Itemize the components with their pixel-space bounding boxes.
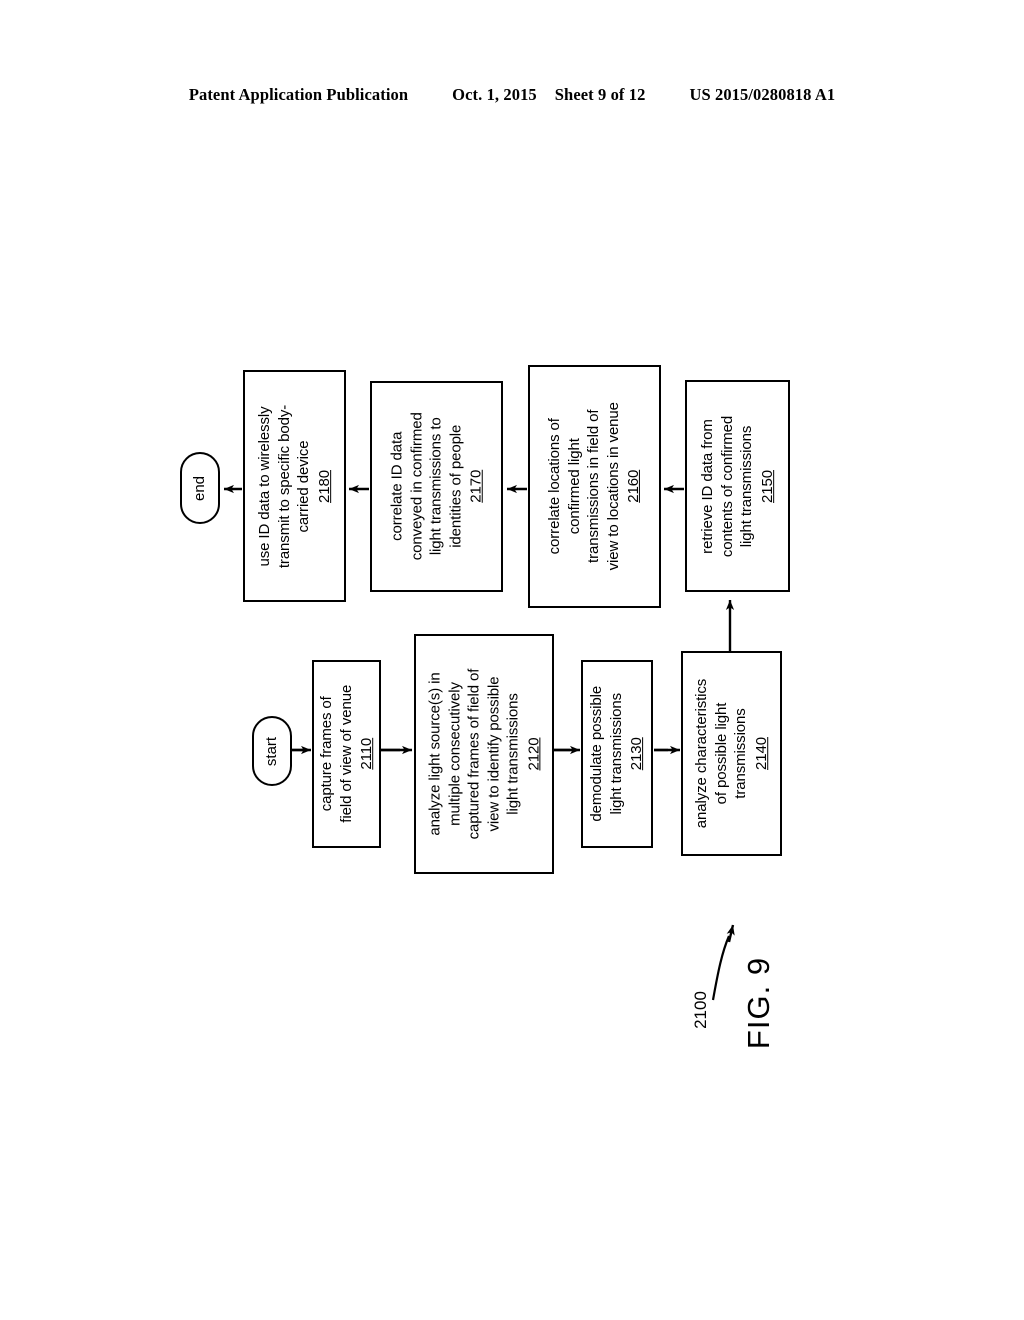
process-box-2140-text: analyze characteristics of possible ligh… bbox=[692, 679, 771, 828]
line-1: correlate locations of bbox=[546, 418, 564, 555]
line-1: analyze characteristics bbox=[693, 678, 710, 829]
line-1: demodulate possible bbox=[588, 686, 606, 822]
process-box-2170: correlate ID data conveyed in confirmed … bbox=[370, 381, 503, 592]
line-3: captured frames of field of bbox=[465, 668, 483, 840]
process-box-2160-text: correlate locations of confirmed light t… bbox=[545, 402, 644, 570]
line-4: view to identify possible bbox=[484, 676, 502, 832]
line-3: transmissions in field of bbox=[585, 409, 603, 564]
line-2: contents of confirmed bbox=[718, 415, 736, 557]
ref-leader-line bbox=[711, 935, 731, 1001]
figure-reference-numeral: 2100 bbox=[690, 991, 710, 1029]
line-3: light transmissions bbox=[738, 425, 755, 547]
figure-drawing: end start use ID data to wirelessly tran… bbox=[0, 0, 1024, 1320]
line-5: light transmissions bbox=[504, 693, 522, 815]
line-3: light transmissions to bbox=[427, 417, 445, 556]
process-box-2110-number: 2110 bbox=[357, 738, 375, 770]
line-1: analyze light source(s) in bbox=[426, 672, 444, 836]
process-box-2120-text: analyze light source(s) in multiple cons… bbox=[425, 669, 543, 840]
line-4: identities of people bbox=[446, 424, 464, 549]
process-box-2110: capture frames of field of view of venue… bbox=[312, 660, 381, 848]
process-box-2180-number: 2180 bbox=[315, 469, 333, 503]
line-2: multiple consecutively bbox=[445, 682, 463, 826]
process-box-2160-number: 2160 bbox=[625, 470, 643, 503]
line-3: carried device bbox=[295, 440, 313, 532]
line-3: transmissions bbox=[732, 708, 749, 799]
line-4: view to locations in venue bbox=[604, 402, 622, 571]
line-2: light transmissions bbox=[607, 693, 625, 815]
line-1: use ID data to wirelessly bbox=[256, 405, 274, 567]
terminal-start: start bbox=[252, 716, 292, 786]
terminal-end: end bbox=[180, 452, 220, 524]
process-box-2140: analyze characteristics of possible ligh… bbox=[681, 651, 782, 856]
line-2: of possible light bbox=[712, 702, 730, 805]
process-box-2150-number: 2150 bbox=[758, 469, 776, 503]
process-box-2180: use ID data to wirelessly transmit to sp… bbox=[243, 370, 346, 602]
process-box-2180-text: use ID data to wirelessly transmit to sp… bbox=[255, 404, 334, 567]
process-box-2170-number: 2170 bbox=[467, 470, 485, 503]
process-box-2170-text: correlate ID data conveyed in confirmed … bbox=[387, 413, 486, 561]
terminal-start-label: start bbox=[263, 736, 281, 766]
line-2: confirmed light bbox=[565, 438, 583, 535]
process-box-2150: retrieve ID data from contents of confir… bbox=[685, 380, 790, 592]
process-box-2110-text: capture frames of field of view of venue… bbox=[317, 685, 377, 823]
line-2: transmit to specific body- bbox=[275, 404, 293, 568]
line-1: capture frames of bbox=[317, 696, 335, 812]
terminal-end-label: end bbox=[191, 475, 209, 501]
line-2: conveyed in confirmed bbox=[407, 412, 425, 561]
process-box-2130-number: 2130 bbox=[628, 737, 646, 771]
line-2: field of view of venue bbox=[337, 685, 355, 823]
process-box-2150-text: retrieve ID data from contents of confir… bbox=[698, 415, 777, 556]
process-box-2120-number: 2120 bbox=[524, 737, 542, 771]
process-box-2130: demodulate possible light transmissions … bbox=[581, 660, 653, 848]
process-box-2130-text: demodulate possible light transmissions … bbox=[587, 686, 647, 822]
process-box-2160: correlate locations of confirmed light t… bbox=[528, 365, 661, 608]
figure-caption: FIG. 9 bbox=[741, 956, 777, 1050]
line-1: correlate ID data bbox=[388, 431, 406, 542]
process-box-2120: analyze light source(s) in multiple cons… bbox=[414, 634, 554, 874]
line-1: retrieve ID data from bbox=[699, 418, 716, 554]
process-box-2140-number: 2140 bbox=[752, 737, 770, 770]
